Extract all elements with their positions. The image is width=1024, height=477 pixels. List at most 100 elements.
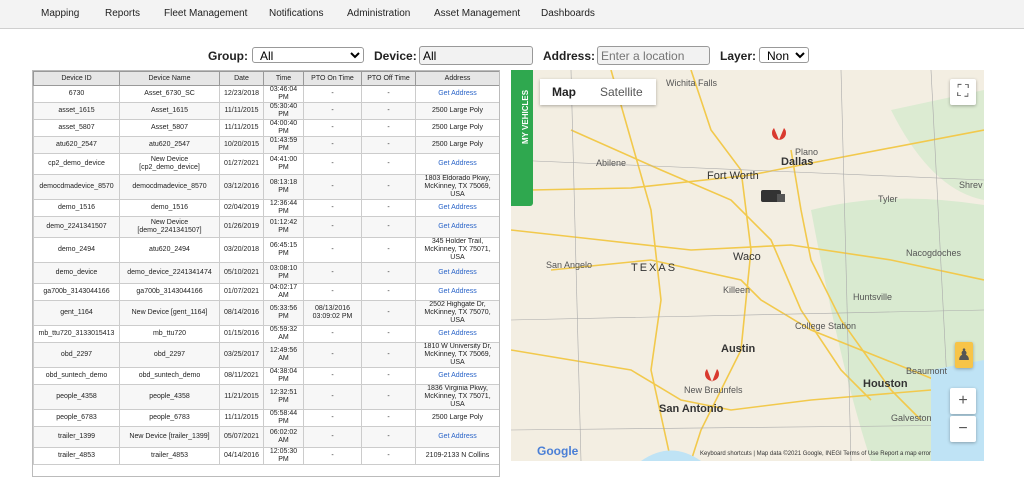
pegman-icon[interactable]: ♟ [955, 342, 973, 368]
table-row[interactable]: demo_2494 atu620_2494 03/20/2018 06:45:15 P… [33, 237, 499, 263]
nav-administration[interactable]: Administration [347, 8, 410, 19]
table-cell[interactable]: Get Address [415, 153, 499, 175]
table-cell: - [361, 153, 416, 175]
cell-text: 05/10/2021 [223, 269, 260, 276]
column-header[interactable]: Address [415, 71, 499, 86]
table-row[interactable]: trailer_1399 New Device [trailer_1399] 05/… [33, 426, 499, 448]
table-cell[interactable]: Get Address [415, 199, 499, 217]
table-cell: - [361, 426, 416, 448]
table-row[interactable]: people_4358 people_4358 11/21/2015 12:32:51… [33, 384, 499, 410]
zoom-out-icon[interactable]: − [950, 416, 976, 442]
table-row[interactable]: democdmadevice_8570 democdmadevice_8570 03… [33, 174, 499, 200]
zoom-in-icon[interactable]: + [950, 388, 976, 414]
cell-text: - [387, 223, 390, 230]
table-row[interactable]: demo_1516 demo_1516 02/04/2019 12:36:44 PM -… [33, 199, 499, 217]
cell-text: 11/11/2015 [224, 107, 259, 114]
table-cell[interactable]: Get Address [415, 325, 499, 343]
cell-text: - [387, 351, 390, 358]
group-label: Group: [208, 49, 248, 63]
table-cell: cp2_demo_device [33, 153, 120, 175]
column-header[interactable]: PTO On Time [303, 71, 362, 86]
table-cell: 04:00:40 PM [263, 119, 304, 137]
address-label: Address: [543, 49, 596, 63]
get-address-link[interactable]: Get Address [438, 372, 477, 379]
table-row[interactable]: mb_ttu720_3133015413 mb_ttu720 01/15/2016 0… [33, 325, 499, 343]
table-cell: trailer_1399 [33, 426, 120, 448]
table-row[interactable]: demo_2241341507 New Device [demo_22413415… [33, 216, 499, 238]
get-address-link[interactable]: Get Address [438, 269, 477, 276]
cell-text: - [387, 107, 390, 114]
get-address-link[interactable]: Get Address [438, 433, 477, 440]
table-row[interactable]: cp2_demo_device New Device [cp2_demo_devi… [33, 153, 499, 175]
column-header[interactable]: PTO Off Time [361, 71, 416, 86]
table-cell: 01/15/2016 [219, 325, 264, 343]
cell-text: obd_suntech_demo [138, 372, 201, 379]
table-cell[interactable]: Get Address [415, 262, 499, 284]
cell-text: - [331, 452, 334, 459]
table-cell[interactable]: Get Address [415, 283, 499, 301]
table-row[interactable]: ga700b_3143044166 ga700b_3143044166 01/07/… [33, 283, 499, 301]
table-cell[interactable]: Get Address [415, 85, 499, 103]
cell-text: 2500 Large Poly [432, 124, 483, 131]
table-row[interactable]: demo_device demo_device_2241341474 05/10/2… [33, 262, 499, 284]
device-table-container[interactable]: Device ID Device Name Date Time PTO On Time P… [32, 70, 500, 477]
get-address-link[interactable]: Get Address [438, 160, 477, 167]
top-navigation: Mapping Reports Fleet Management Notific… [0, 0, 1024, 29]
column-header[interactable]: Device Name [119, 71, 220, 86]
table-cell: - [361, 102, 416, 120]
table-cell: ga700b_3143044166 [33, 283, 120, 301]
table-row[interactable]: atu620_2547 atu620_2547 10/20/2015 01:43:59… [33, 136, 499, 154]
table-cell: 03:08:10 PM [263, 262, 304, 284]
cell-text: - [387, 393, 390, 400]
my-vehicles-tab[interactable]: MY VEHICLES [511, 70, 533, 206]
table-cell: 12:36:44 PM [263, 199, 304, 217]
nav-fleet-management[interactable]: Fleet Management [164, 8, 247, 19]
address-input[interactable] [597, 46, 710, 65]
table-cell: - [361, 216, 416, 238]
map-view[interactable]: Wichita Falls Abilene Fort Worth Dallas … [511, 70, 984, 461]
get-address-link[interactable]: Get Address [438, 90, 477, 97]
table-cell: - [303, 342, 362, 368]
nav-notifications[interactable]: Notifications [269, 8, 323, 19]
cell-text: 03:46:04 PM [269, 86, 298, 102]
nav-dashboards[interactable]: Dashboards [541, 8, 595, 19]
table-cell: - [361, 283, 416, 301]
table-cell[interactable]: Get Address [415, 426, 499, 448]
cell-text: people_6783 [149, 414, 190, 421]
table-row[interactable]: obd_2297 obd_2297 03/25/2017 12:49:56 AM - - 1… [33, 342, 499, 368]
cell-text: trailer_4853 [151, 452, 188, 459]
table-row[interactable]: trailer_4853 trailer_4853 04/14/2016 12:05:… [33, 447, 499, 465]
table-row[interactable]: gent_1164 New Device [gent_1164] 08/14/201… [33, 300, 499, 326]
table-cell: 1810 W University Dr, McKinney, TX 75069… [415, 342, 499, 368]
cell-text: 05:33:56 PM [269, 305, 298, 320]
cell-text: obd_2297 [153, 351, 186, 358]
get-address-link[interactable]: Get Address [438, 204, 477, 211]
table-row[interactable]: asset_5807 Asset_5807 11/11/2015 04:00:40 P… [33, 119, 499, 137]
group-select[interactable]: All [252, 47, 364, 63]
table-cell[interactable]: Get Address [415, 367, 499, 385]
table-row[interactable]: 6730 Asset_6730_SC 12/23/2018 03:46:04 PM - -… [33, 85, 499, 103]
nav-mapping[interactable]: Mapping [41, 8, 79, 19]
column-header[interactable]: Time [263, 71, 304, 86]
table-cell: 03/25/2017 [219, 342, 264, 368]
table-cell[interactable]: Get Address [415, 216, 499, 238]
nav-asset-management[interactable]: Asset Management [434, 8, 520, 19]
fullscreen-icon[interactable]: ⛶ [950, 79, 976, 105]
table-row[interactable]: people_6783 people_6783 11/11/2015 05:58:44… [33, 409, 499, 427]
column-header[interactable]: Device ID [33, 71, 120, 86]
cell-text: 08/11/2021 [224, 372, 259, 379]
device-input[interactable] [419, 46, 533, 65]
nav-reports[interactable]: Reports [105, 8, 140, 19]
cell-text: - [387, 183, 390, 190]
table-row[interactable]: obd_suntech_demo obd_suntech_demo 08/11/20… [33, 367, 499, 385]
column-header[interactable]: Date [219, 71, 264, 86]
layer-select[interactable]: None [759, 47, 809, 63]
table-cell: people_6783 [119, 409, 220, 427]
table-row[interactable]: asset_1615 Asset_1615 11/11/2015 05:30:40 P… [33, 102, 499, 120]
map-type-map-button[interactable]: Map [552, 85, 576, 99]
map-type-satellite-button[interactable]: Satellite [600, 85, 643, 99]
cell-text: 03/12/2016 [223, 183, 260, 190]
get-address-link[interactable]: Get Address [438, 330, 477, 337]
get-address-link[interactable]: Get Address [438, 288, 477, 295]
get-address-link[interactable]: Get Address [438, 223, 477, 230]
